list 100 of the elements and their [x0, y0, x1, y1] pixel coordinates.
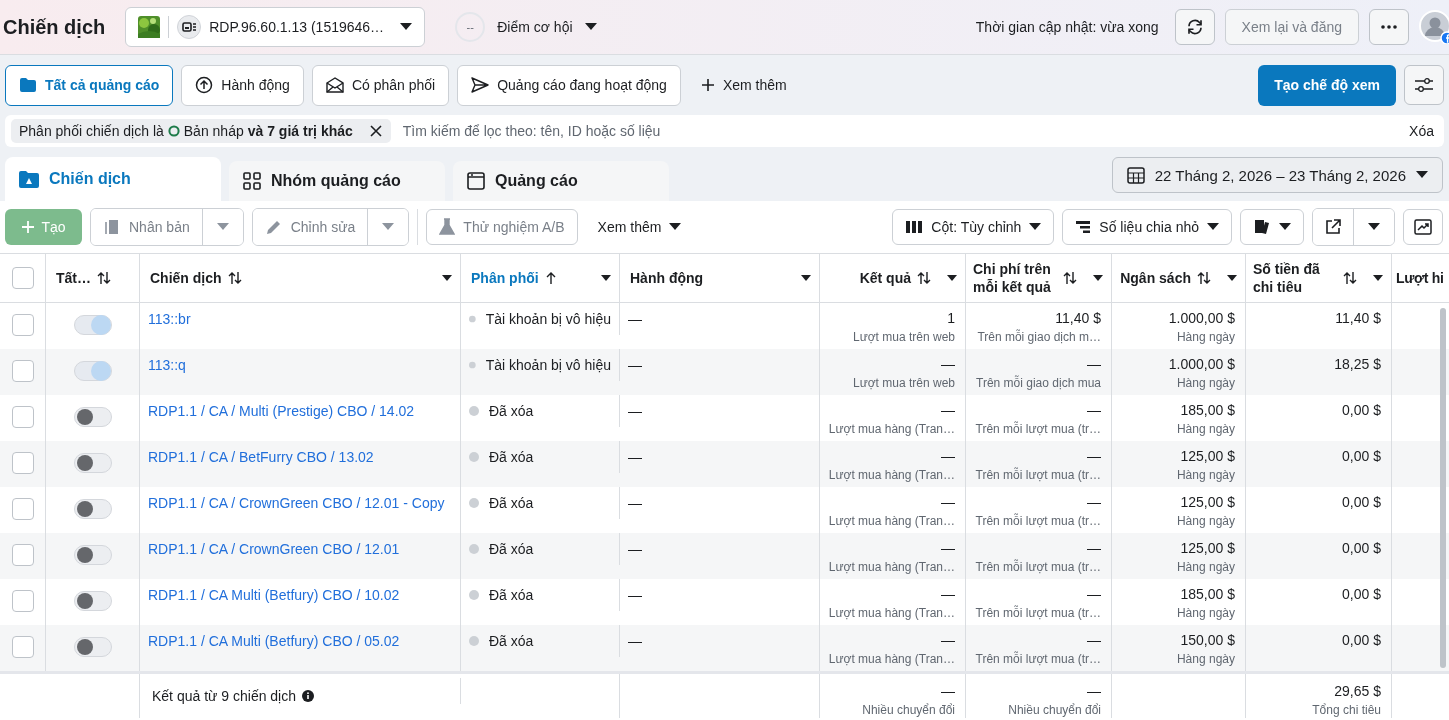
folder-icon	[19, 77, 37, 93]
budget-type: Hàng ngày	[1176, 330, 1235, 344]
clear-link[interactable]: Xóa	[1409, 123, 1434, 139]
budget-type: Hàng ngày	[1176, 514, 1235, 528]
filter-chip[interactable]: Phân phối chiến dịch là Bản nháp và 7 giá trị khác	[11, 119, 391, 143]
export-button[interactable]	[1313, 209, 1354, 245]
more-options-button[interactable]	[1369, 9, 1409, 45]
column-header[interactable]: Tất…	[56, 268, 91, 288]
create-view-button[interactable]: Tạo chế độ xem	[1258, 64, 1396, 106]
row-checkbox[interactable]	[11, 314, 34, 336]
sort-icon[interactable]	[1197, 271, 1211, 285]
row-checkbox[interactable]	[11, 406, 34, 428]
toggle-switch[interactable]	[73, 545, 112, 565]
info-icon[interactable]	[302, 689, 315, 702]
filter-tab[interactable]: Tất cả quảng cáo	[5, 64, 174, 106]
sort-icon[interactable]	[1343, 271, 1357, 285]
campaign-link[interactable]: RDP1.1 / CA / CrownGreen CBO / 12.01 - Copy	[148, 495, 445, 511]
table-cell: 125,00 $	[1180, 540, 1235, 556]
sort-icon[interactable]	[917, 271, 931, 285]
filter-tab[interactable]: Quảng cáo đang hoạt động	[457, 64, 681, 106]
columns-button[interactable]: Cột: Tùy chỉnh	[892, 209, 1055, 245]
sort-icon[interactable]	[1063, 271, 1077, 285]
row-checkbox[interactable]	[11, 360, 34, 382]
campaign-link[interactable]: RDP1.1 / CA / BetFurry CBO / 13.02	[148, 449, 374, 465]
toggle-switch[interactable]	[73, 315, 112, 335]
avatar-icon[interactable]	[1419, 10, 1449, 44]
level-tab[interactable]: Nhóm quảng cáo	[229, 161, 445, 201]
cost-type: Trên mỗi giao dịch mua	[976, 376, 1101, 390]
date-range-picker[interactable]: 22 Tháng 2, 2026 – 23 Tháng 2, 2026	[1111, 157, 1443, 193]
toggle-switch[interactable]	[73, 453, 112, 473]
refresh-button[interactable]	[1174, 9, 1215, 45]
row-checkbox[interactable]	[11, 636, 34, 658]
reports-button[interactable]	[1240, 209, 1304, 245]
campaign-link[interactable]: 113::br	[148, 311, 191, 327]
level-tab[interactable]: Chiến dịch	[5, 157, 221, 201]
filter-tab[interactable]: Hành động	[181, 64, 304, 106]
column-menu-icon[interactable]	[1373, 275, 1383, 281]
column-header[interactable]: Kết quả	[859, 268, 911, 288]
caret-icon	[1029, 223, 1042, 231]
result-type: Lượt mua hàng (Tran…	[828, 422, 955, 436]
table-cell: 0,00 $	[1342, 494, 1381, 510]
sort-icon[interactable]	[97, 271, 111, 285]
more-actions-button[interactable]: Xem thêm	[585, 219, 694, 235]
column-menu-icon[interactable]	[442, 275, 452, 281]
cost-type: Trên mỗi giao dịch m…	[977, 330, 1101, 344]
sort-icon[interactable]	[227, 271, 242, 285]
column-menu-icon[interactable]	[1227, 275, 1237, 281]
campaign-link[interactable]: RDP1.1 / CA Multi (Betfury) CBO / 05.02	[148, 633, 400, 649]
budget-type: Hàng ngày	[1176, 560, 1235, 574]
plus-icon	[700, 78, 715, 92]
table-cell: —	[628, 587, 642, 603]
table-cell: 185,00 $	[1180, 586, 1235, 602]
column-header[interactable]: Lượt hi	[1396, 268, 1444, 288]
table-cell: —	[941, 586, 955, 602]
budget-type: Hàng ngày	[1176, 468, 1235, 482]
toggle-switch[interactable]	[73, 499, 112, 519]
toggle-switch[interactable]	[73, 591, 112, 611]
breakdown-icon	[1075, 220, 1092, 234]
column-menu-icon[interactable]	[801, 275, 811, 281]
pencil-icon	[264, 218, 283, 236]
cost-type: Trên mỗi lượt mua (tr…	[975, 652, 1101, 666]
delivery-status: Tài khoản bị vô hiệu	[485, 311, 611, 327]
column-menu-icon[interactable]	[947, 275, 957, 281]
level-tab[interactable]: Quảng cáo	[453, 161, 669, 201]
row-checkbox[interactable]	[11, 544, 34, 566]
sort-ascending-icon[interactable]	[544, 271, 557, 285]
search-filter-field[interactable]: Phân phối chiến dịch là Bản nháp và 7 giá trị khác Tìm kiếm để lọc theo: tên, ID hoặc số liệu Xóa	[5, 115, 1444, 147]
campaign-link[interactable]: RDP1.1 / CA Multi (Betfury) CBO / 10.02	[148, 587, 400, 603]
chart-button[interactable]	[1403, 209, 1443, 245]
settings-button[interactable]	[1404, 65, 1444, 105]
column-header[interactable]: Hành động	[630, 268, 704, 288]
column-menu-icon[interactable]	[601, 275, 611, 281]
column-menu-icon[interactable]	[1093, 275, 1103, 281]
close-icon[interactable]	[368, 124, 383, 138]
table-cell: 0,00 $	[1342, 632, 1381, 648]
campaign-link[interactable]: RDP1.1 / CA / CrownGreen CBO / 12.01	[148, 541, 400, 557]
flask-icon	[439, 218, 456, 236]
row-checkbox[interactable]	[11, 590, 34, 612]
breakdown-button[interactable]: Số liệu chia nhỏ	[1062, 209, 1232, 245]
opportunity-score-button[interactable]: -- Điểm cơ hội	[449, 11, 603, 43]
toggle-switch[interactable]	[73, 637, 112, 657]
column-header[interactable]: Ngân sách	[1120, 268, 1191, 288]
toggle-switch[interactable]	[73, 361, 112, 381]
result-type: Lượt mua hàng (Tran…	[828, 652, 955, 666]
table-cell: —	[628, 495, 642, 511]
status-dot-icon	[469, 544, 479, 554]
more-filters-button[interactable]: Xem thêm	[688, 77, 799, 93]
table-cell: 1.000,00 $	[1168, 356, 1235, 372]
column-header[interactable]: Số tiền đã chi tiêu	[1253, 259, 1337, 297]
row-checkbox[interactable]	[11, 452, 34, 474]
account-selector[interactable]: RDP.96.60.1.13 (1519646…	[125, 7, 426, 47]
filter-tab[interactable]: Có phân phối	[311, 64, 450, 106]
row-checkbox[interactable]	[11, 498, 34, 520]
column-header[interactable]: Chiến dịch	[150, 268, 222, 288]
campaign-link[interactable]: 113::q	[148, 357, 186, 373]
select-all-checkbox[interactable]	[11, 267, 34, 289]
column-header[interactable]: Chi phí trên mỗi kết quả	[973, 259, 1057, 297]
column-header[interactable]: Phân phối	[471, 268, 539, 288]
toggle-switch[interactable]	[73, 407, 112, 427]
campaign-link[interactable]: RDP1.1 / CA / Multi (Prestige) CBO / 14.02	[148, 403, 415, 419]
